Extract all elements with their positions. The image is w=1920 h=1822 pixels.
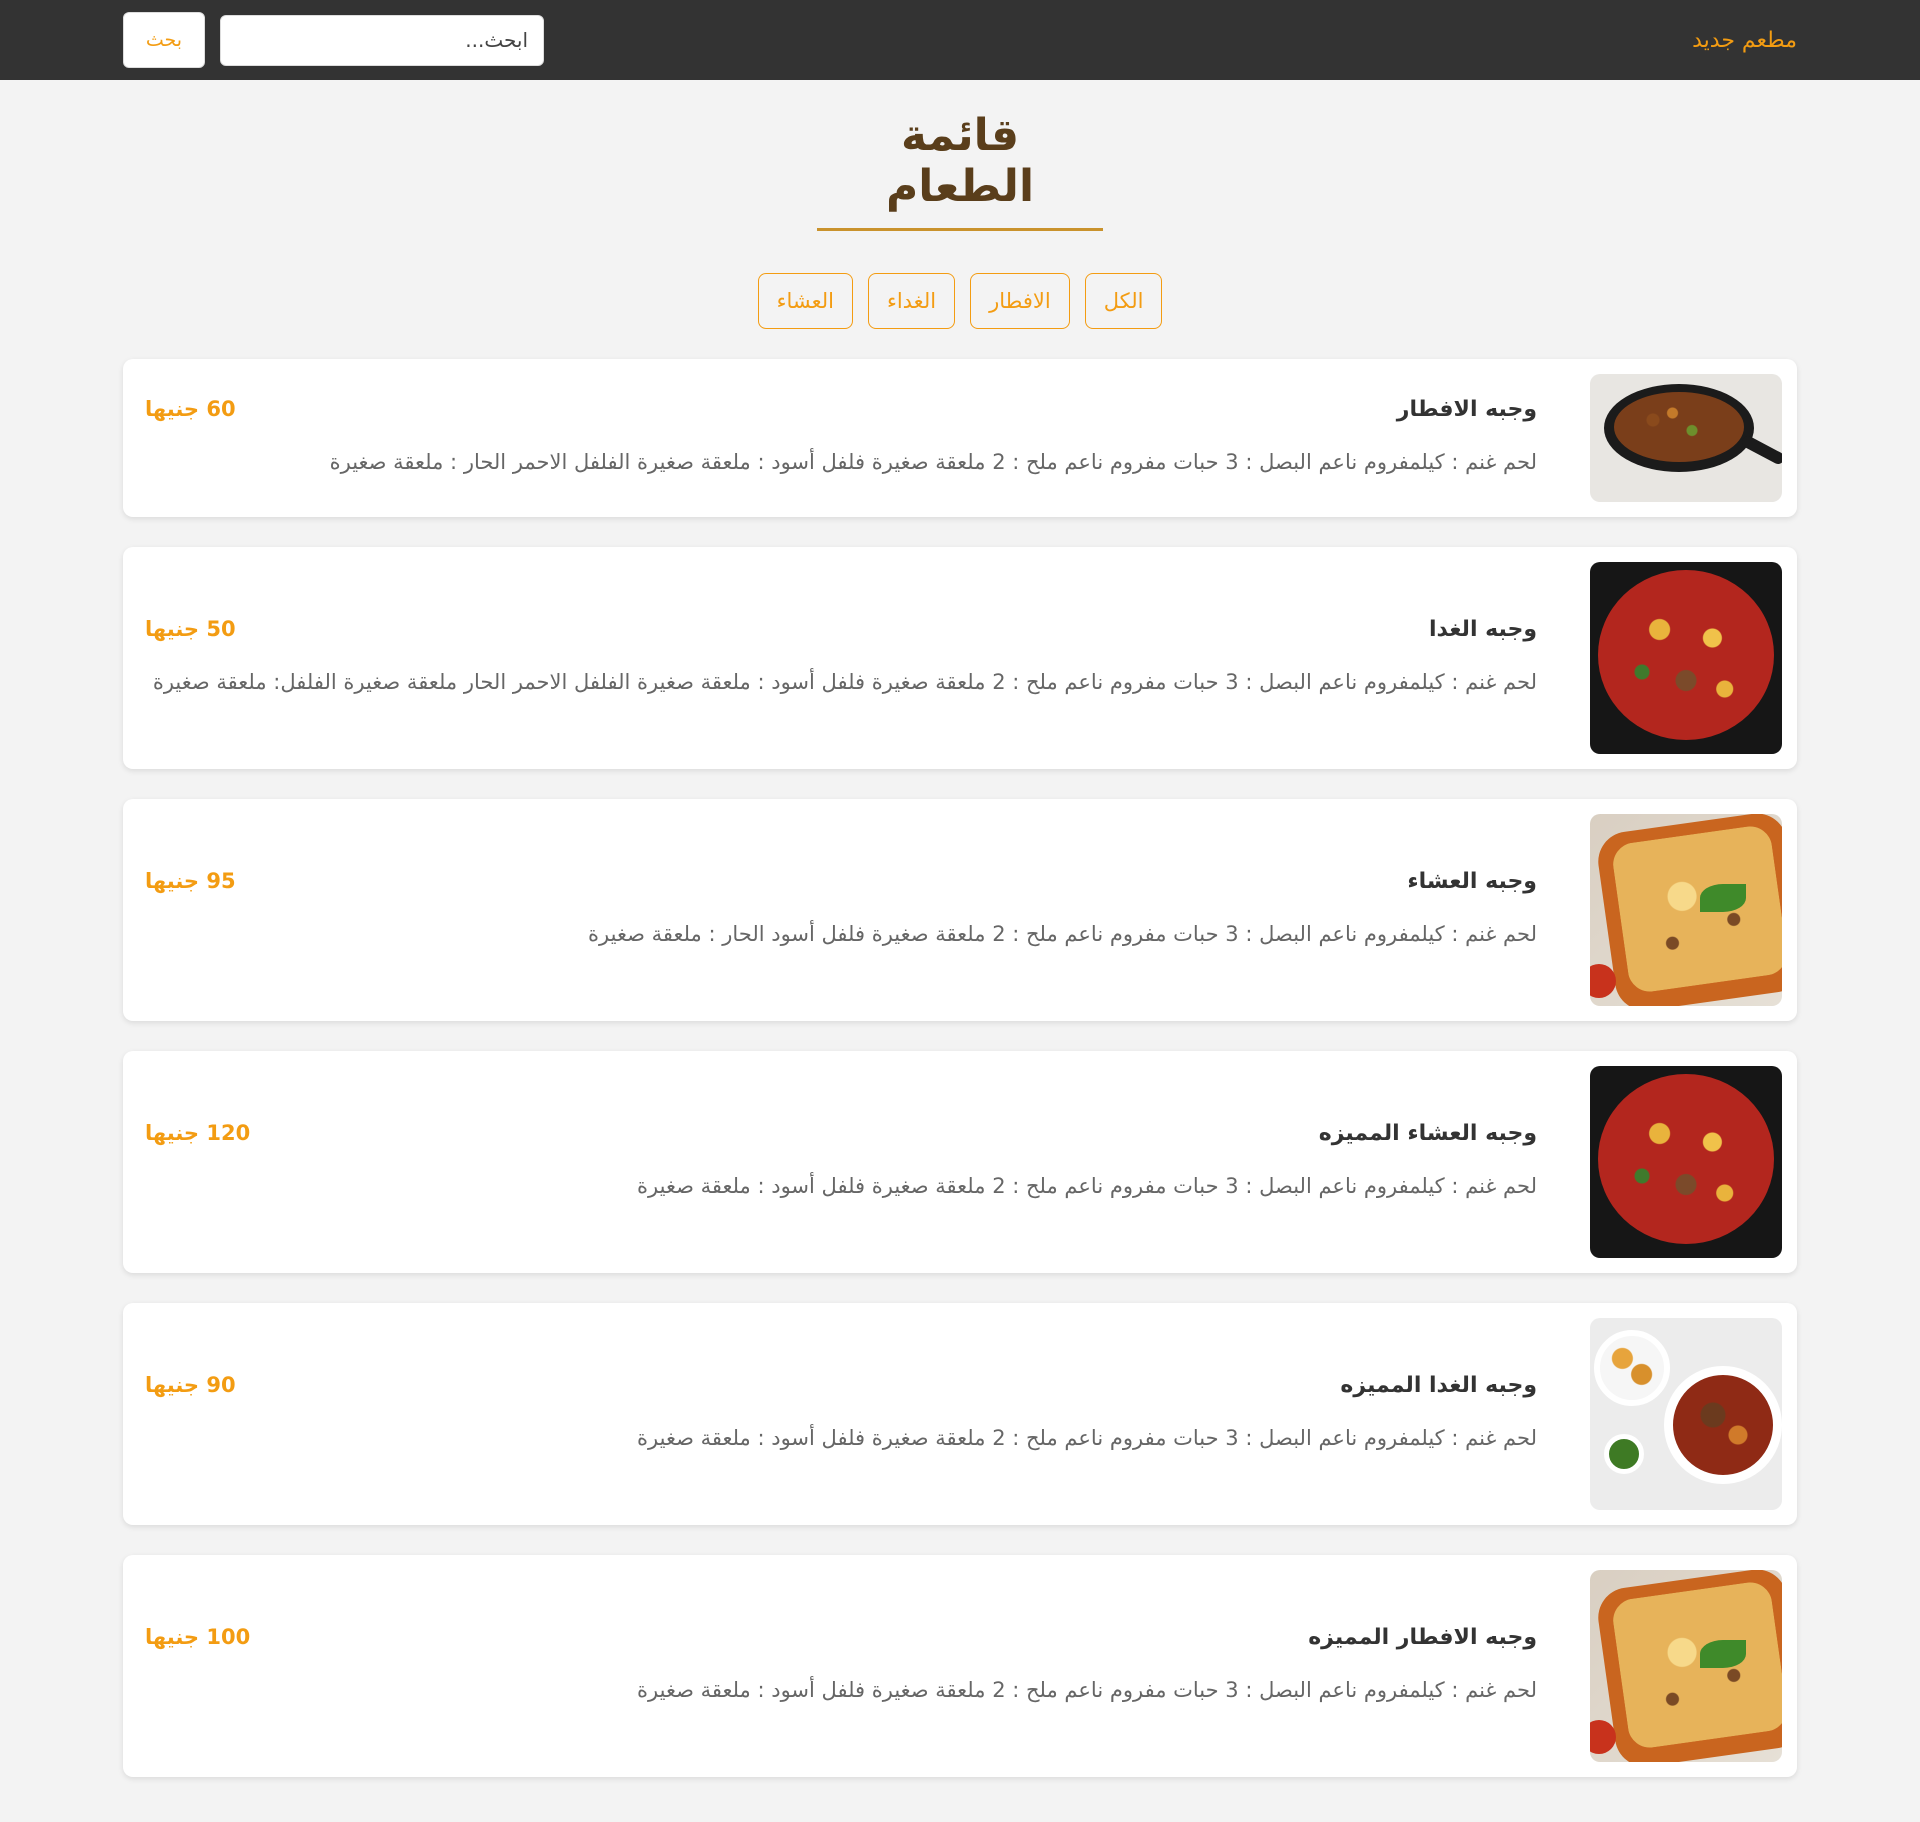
item-description: لحم غنم : كيلمفروم ناعم البصل : 3 حبات م…: [329, 449, 1537, 474]
menu-card: وجبه الغدا المميزه 90 جنيها لحم غنم : كي…: [123, 1303, 1797, 1525]
pasta-plate: [1598, 1074, 1774, 1244]
item-name: وجبه الافطار المميزه: [1308, 1624, 1537, 1650]
baked-pasta: [1610, 823, 1782, 995]
menu-card: وجبه العشاء 95 جنيها لحم غنم : كيلمفروم …: [123, 799, 1797, 1021]
item-name: وجبه الغدا: [1429, 616, 1537, 642]
item-name: وجبه الغدا المميزه: [1340, 1372, 1537, 1398]
item-description: لحم غنم : كيلمفروم ناعم البصل : 3 حبات م…: [637, 1677, 1537, 1702]
card-header: وجبه الافطار المميزه 100 جنيها: [145, 1625, 1537, 1650]
filter-dinner-button[interactable]: العشاء: [757, 273, 853, 329]
item-description: لحم غنم : كيلمفروم ناعم البصل : 3 حبات م…: [152, 669, 1537, 694]
item-name: وجبه الافطار: [1396, 396, 1537, 422]
top-navbar: مطعم جديد بحث: [0, 0, 1920, 80]
pasta-plate: [1598, 570, 1774, 740]
herbs-bowl: [1604, 1434, 1644, 1474]
skillet-handle: [1739, 433, 1782, 467]
item-name: وجبه العشاء: [1407, 868, 1537, 894]
card-header: وجبه الغدا المميزه 90 جنيها: [145, 1373, 1537, 1398]
item-price: 120 جنيها: [145, 1121, 251, 1145]
basil-leaf: [1700, 884, 1746, 912]
card-body: وجبه الغدا المميزه 90 جنيها لحم غنم : كي…: [145, 1373, 1590, 1456]
potato-bowl: [1594, 1330, 1670, 1406]
search-form: بحث: [123, 12, 544, 68]
card-header: وجبه الافطار 60 جنيها: [145, 397, 1537, 422]
page-title: قائمة الطعام: [817, 110, 1103, 231]
item-description: لحم غنم : كيلمفروم ناعم البصل : 3 حبات م…: [588, 921, 1537, 946]
baked-pasta: [1610, 1579, 1782, 1751]
brand-link[interactable]: مطعم جديد: [1692, 28, 1797, 53]
page-title-section: قائمة الطعام: [0, 80, 1920, 231]
item-description: لحم غنم : كيلمفروم ناعم البصل : 3 حبات م…: [637, 1425, 1537, 1450]
food-image: [1590, 1066, 1782, 1258]
menu-card: وجبه الغدا 50 جنيها لحم غنم : كيلمفروم ن…: [123, 547, 1797, 769]
food-image: [1590, 374, 1782, 502]
category-filters: الكل الافطار الغداء العشاء: [0, 273, 1920, 329]
search-input[interactable]: [220, 14, 544, 66]
menu-list: وجبه الافطار 60 جنيها لحم غنم : كيلمفروم…: [123, 359, 1797, 1777]
search-button[interactable]: بحث: [123, 12, 205, 68]
basil-leaf: [1700, 1640, 1746, 1668]
item-price: 90 جنيها: [145, 1373, 236, 1397]
card-body: وجبه الافطار المميزه 100 جنيها لحم غنم :…: [145, 1625, 1590, 1708]
menu-card: وجبه العشاء المميزه 120 جنيها لحم غنم : …: [123, 1051, 1797, 1273]
food-image: [1590, 814, 1782, 1006]
item-price: 50 جنيها: [145, 617, 236, 641]
card-header: وجبه العشاء 95 جنيها: [145, 869, 1537, 894]
minced-meat: [1614, 392, 1744, 462]
card-body: وجبه العشاء 95 جنيها لحم غنم : كيلمفروم …: [145, 869, 1590, 952]
stew-bowl: [1664, 1366, 1782, 1484]
filter-lunch-button[interactable]: الغداء: [867, 273, 956, 329]
item-price: 95 جنيها: [145, 869, 236, 893]
item-name: وجبه العشاء المميزه: [1318, 1120, 1537, 1146]
food-image: [1590, 562, 1782, 754]
item-description: لحم غنم : كيلمفروم ناعم البصل : 3 حبات م…: [637, 1173, 1537, 1198]
filter-breakfast-button[interactable]: الافطار: [970, 273, 1070, 329]
card-header: وجبه العشاء المميزه 120 جنيها: [145, 1121, 1537, 1146]
filter-all-button[interactable]: الكل: [1084, 273, 1163, 329]
card-header: وجبه الغدا 50 جنيها: [145, 617, 1537, 642]
food-image: [1590, 1570, 1782, 1762]
card-body: وجبه العشاء المميزه 120 جنيها لحم غنم : …: [145, 1121, 1590, 1204]
menu-card: وجبه الافطار 60 جنيها لحم غنم : كيلمفروم…: [123, 359, 1797, 517]
menu-card: وجبه الافطار المميزه 100 جنيها لحم غنم :…: [123, 1555, 1797, 1777]
card-body: وجبه الغدا 50 جنيها لحم غنم : كيلمفروم ن…: [145, 617, 1590, 700]
food-image: [1590, 1318, 1782, 1510]
card-body: وجبه الافطار 60 جنيها لحم غنم : كيلمفروم…: [145, 397, 1590, 480]
item-price: 60 جنيها: [145, 397, 236, 421]
item-price: 100 جنيها: [145, 1625, 251, 1649]
